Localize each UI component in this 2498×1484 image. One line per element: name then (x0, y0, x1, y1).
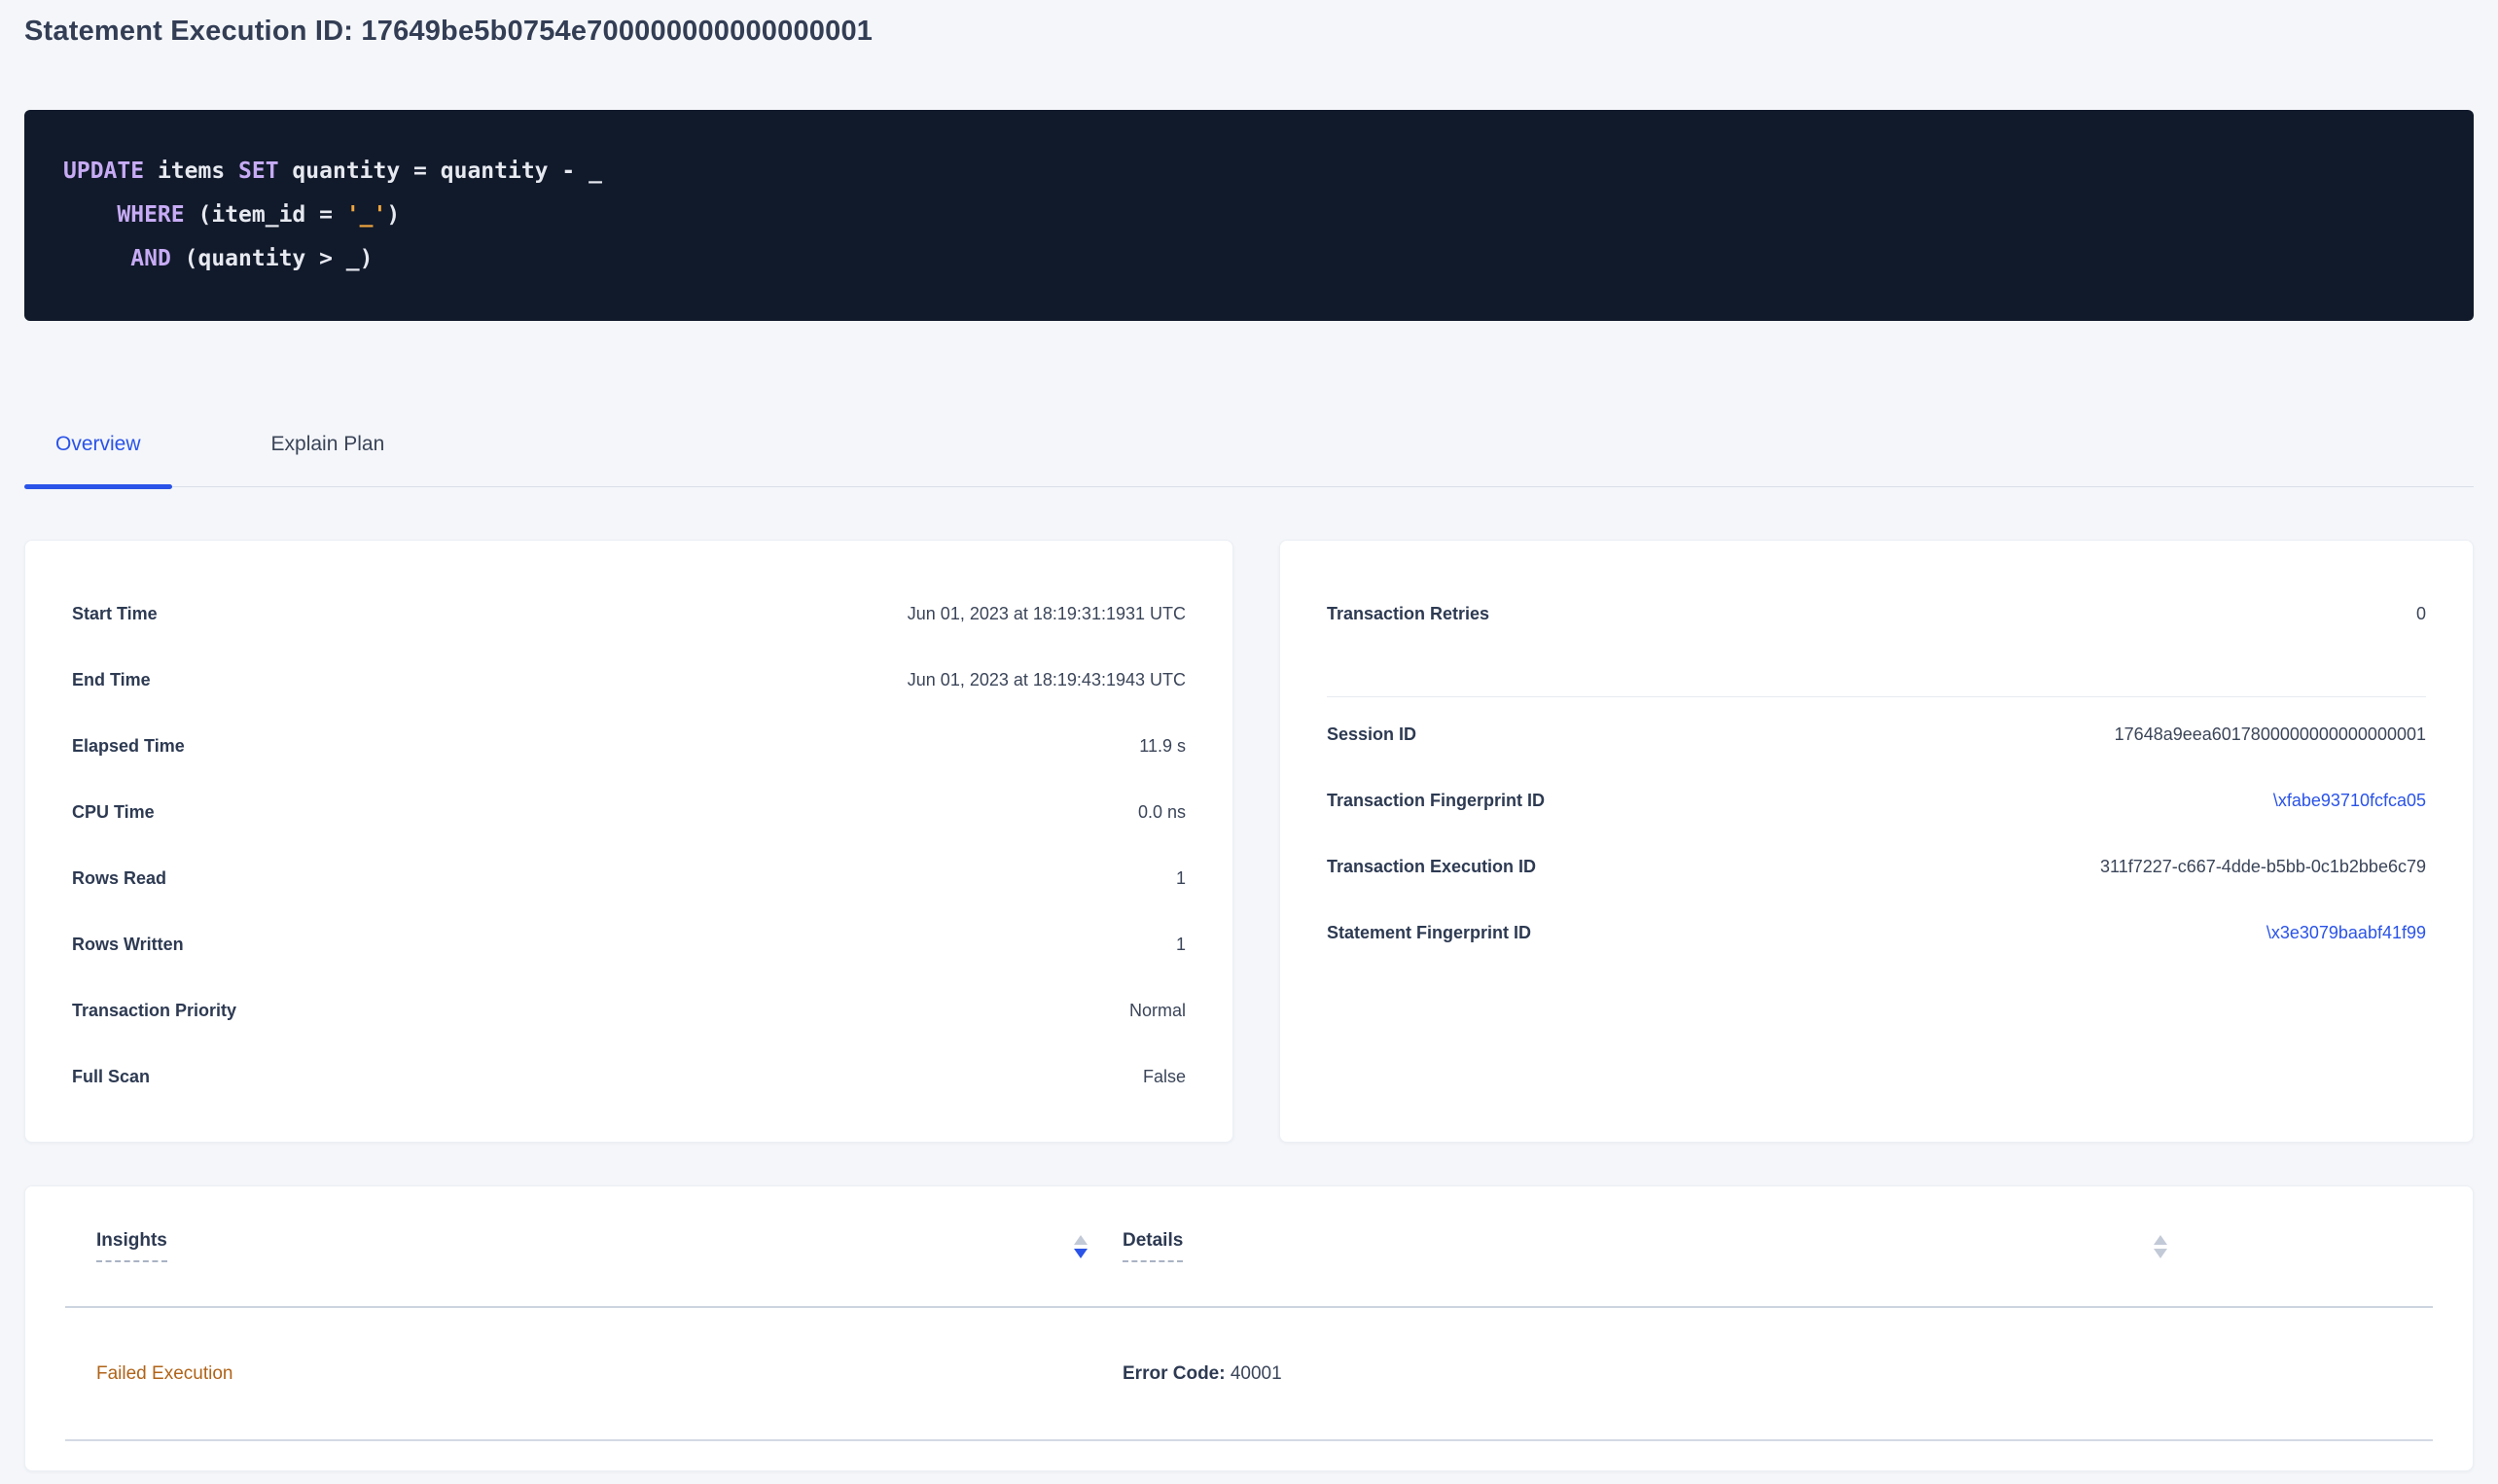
sql-indent (63, 202, 117, 228)
stat-row-rows-read: Rows Read 1 (72, 845, 1186, 911)
sql-text: (item_id = (185, 202, 346, 228)
stat-row-transaction-fingerprint-id: Transaction Fingerprint ID \xfabe93710fc… (1327, 767, 2426, 833)
error-code-value: 40001 (1226, 1363, 1282, 1384)
stat-value: 1 (1176, 868, 1186, 889)
stat-value: Jun 01, 2023 at 18:19:31:1931 UTC (908, 604, 1186, 624)
insight-cell: Failed Execution (65, 1363, 1091, 1385)
detail-cell: Error Code: 40001 (1091, 1363, 2171, 1385)
stat-label: Transaction Fingerprint ID (1327, 791, 1545, 811)
sql-text: ) (386, 202, 400, 228)
stat-label: Elapsed Time (72, 736, 185, 757)
stat-label: Transaction Retries (1327, 604, 1489, 624)
stat-label: Session ID (1327, 724, 1416, 745)
statement-fingerprint-link[interactable]: \x3e3079baabf41f99 (2266, 923, 2426, 943)
stat-value: 17648a9eea6017800000000000000001 (2115, 724, 2426, 745)
stat-row-end-time: End Time Jun 01, 2023 at 18:19:43:1943 U… (72, 647, 1186, 713)
sort-icon[interactable] (2150, 1231, 2171, 1262)
column-header-insights[interactable]: Insights (65, 1230, 1091, 1262)
stat-label: Statement Fingerprint ID (1327, 923, 1531, 943)
overview-cards-row: Start Time Jun 01, 2023 at 18:19:31:1931… (24, 540, 2474, 1143)
sql-line-3: AND (quantity > _) (63, 237, 2435, 281)
sql-keyword: SET (238, 159, 279, 184)
error-code-label: Error Code: (1123, 1363, 1226, 1384)
sql-line-2: WHERE (item_id = '_') (63, 194, 2435, 237)
stat-row-cpu-time: CPU Time 0.0 ns (72, 779, 1186, 845)
stat-label: Start Time (72, 604, 158, 624)
table-row: Failed Execution Error Code: 40001 (65, 1308, 2433, 1441)
stat-row-transaction-execution-id: Transaction Execution ID 311f7227-c667-4… (1327, 833, 2426, 900)
sql-text: (quantity > _) (171, 246, 374, 271)
transaction-info-card: Transaction Retries 0 Session ID 17648a9… (1279, 540, 2474, 1143)
page-title: Statement Execution ID: 17649be5b0754e70… (24, 12, 2474, 51)
stat-row-elapsed-time: Elapsed Time 11.9 s (72, 713, 1186, 779)
sql-keyword: AND (130, 246, 171, 271)
stat-row-transaction-priority: Transaction Priority Normal (72, 977, 1186, 1043)
stat-value: Jun 01, 2023 at 18:19:43:1943 UTC (908, 670, 1186, 690)
stat-value: 0 (2416, 604, 2426, 624)
sort-desc-icon[interactable] (1070, 1231, 1091, 1262)
execution-stats-card: Start Time Jun 01, 2023 at 18:19:31:1931… (24, 540, 1233, 1143)
stat-label: CPU Time (72, 802, 155, 823)
sql-keyword: WHERE (117, 202, 184, 228)
card-divider (1327, 696, 2426, 697)
stat-row-start-time: Start Time Jun 01, 2023 at 18:19:31:1931… (72, 581, 1186, 647)
tab-bar: Overview Explain Plan (24, 426, 2474, 487)
tab-overview[interactable]: Overview (24, 426, 172, 486)
insights-table-card: Insights Details Failed Execution Error … (24, 1185, 2474, 1471)
sql-indent (63, 246, 130, 271)
tab-explain-plan[interactable]: Explain Plan (240, 426, 416, 486)
column-header-label[interactable]: Details (1123, 1230, 1183, 1262)
transaction-fingerprint-link[interactable]: \xfabe93710fcfca05 (2273, 791, 2426, 811)
stat-label: Transaction Priority (72, 1001, 236, 1021)
stat-label: End Time (72, 670, 151, 690)
stat-value: 311f7227-c667-4dde-b5bb-0c1b2bbe6c79 (2100, 857, 2426, 877)
sql-string-literal: '_' (346, 202, 387, 228)
stat-row-full-scan: Full Scan False (72, 1043, 1186, 1110)
stat-label: Rows Read (72, 868, 166, 889)
stat-label: Full Scan (72, 1067, 150, 1087)
stat-row-statement-fingerprint-id: Statement Fingerprint ID \x3e3079baabf41… (1327, 900, 2426, 966)
sql-text: quantity = quantity - _ (279, 159, 602, 184)
statement-execution-page: Statement Execution ID: 17649be5b0754e70… (0, 0, 2498, 1471)
column-header-details[interactable]: Details (1091, 1230, 2171, 1262)
sql-text: items (144, 159, 238, 184)
stat-value: False (1143, 1067, 1186, 1087)
sql-keyword: UPDATE (63, 159, 144, 184)
stat-value: 0.0 ns (1138, 802, 1186, 823)
stat-value: 11.9 s (1139, 736, 1186, 757)
stat-value: Normal (1129, 1001, 1186, 1021)
failed-execution-link[interactable]: Failed Execution (96, 1363, 232, 1384)
stat-label: Transaction Execution ID (1327, 857, 1536, 877)
sql-statement-box: UPDATE items SET quantity = quantity - _… (24, 110, 2474, 321)
stat-row-transaction-retries: Transaction Retries 0 (1327, 581, 2426, 647)
column-header-label[interactable]: Insights (96, 1230, 167, 1262)
stat-row-session-id: Session ID 17648a9eea6017800000000000000… (1327, 701, 2426, 767)
sql-line-1: UPDATE items SET quantity = quantity - _ (63, 150, 2435, 194)
insights-table-header: Insights Details (65, 1186, 2433, 1308)
stat-label: Rows Written (72, 935, 184, 955)
stat-value: 1 (1176, 935, 1186, 955)
stat-row-rows-written: Rows Written 1 (72, 911, 1186, 977)
